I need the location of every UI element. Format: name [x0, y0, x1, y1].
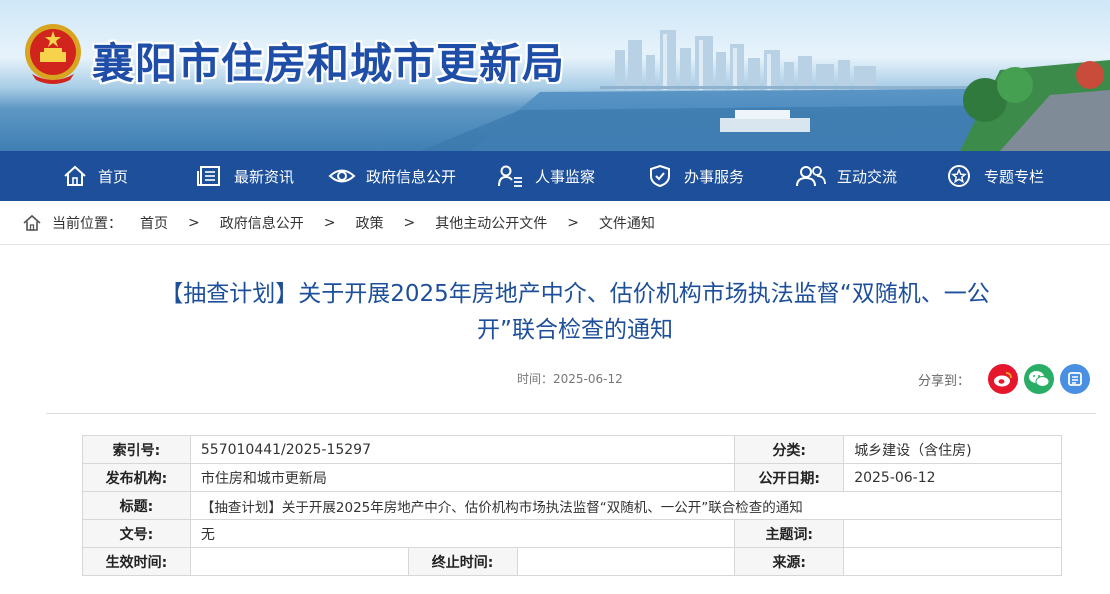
publisher-label: 发布机构: [82, 463, 191, 492]
breadcrumb-link-gov-info[interactable]: 政府信息公开 [220, 213, 304, 233]
breadcrumb-link-notices[interactable]: 文件通知 [599, 213, 655, 233]
table-row: 文号: 无 主题词: [82, 519, 1062, 548]
nav-item-label: 首页 [98, 167, 129, 186]
nav-item-personnel[interactable]: 人事监察 [497, 151, 595, 201]
table-row: 标题: 【抽查计划】关于开展2025年房地产中介、估价机构市场执法监督“双随机、… [82, 491, 1063, 520]
article-title: 【抽查计划】关于开展2025年房地产中介、估价机构市场执法监督“双随机、一公 开… [90, 276, 1060, 348]
article-meta: 时间：2025-06-12 [517, 370, 623, 387]
breadcrumb-separator: > [323, 214, 336, 231]
end-value [516, 547, 736, 576]
nav-item-home[interactable]: 首页 [62, 151, 128, 201]
index-value: 557010441/2025-15297 [189, 435, 736, 464]
weibo-icon [994, 372, 1012, 387]
share-weibo-button[interactable] [988, 364, 1019, 394]
home-icon [64, 165, 86, 186]
nav-item-interaction[interactable]: 互动交流 [795, 151, 897, 201]
site-title: 襄阳市住房和城市更新局 [92, 39, 566, 88]
home-icon [23, 214, 41, 231]
share-label: 分享到： [918, 373, 971, 389]
date-value: 2025-06-12 [843, 463, 1062, 492]
title-value: 【抽查计划】关于开展2025年房地产中介、估价机构市场执法监督“双随机、一公开”… [189, 491, 1063, 520]
breadcrumb-link-policy[interactable]: 政策 [355, 213, 383, 233]
nav-item-gov-info[interactable]: 政府信息公开 [328, 151, 456, 201]
breadcrumb-separator: > [403, 214, 416, 231]
shield-icon [650, 164, 670, 188]
nav-item-label: 专题专栏 [984, 167, 1045, 186]
index-label: 索引号: [82, 435, 191, 464]
breadcrumb-prefix: 当前位置： [52, 215, 122, 232]
category-value: 城乡建设（含住房) [843, 435, 1062, 464]
article-title-line: 开”联合检查的通知 [477, 317, 673, 343]
breadcrumb-link-home[interactable]: 首页 [140, 213, 168, 233]
header-banner: 襄阳市住房和城市更新局 [0, 0, 1110, 151]
table-row: 生效时间: 终止时间: 来源: [82, 547, 1062, 576]
main-nav: 首页 最新资讯 政府信息公开 人事监察 办事服务 互动交流 专题专栏 [0, 151, 1110, 201]
share-qzone-button[interactable] [1060, 364, 1091, 394]
share-bar: 分享到： [918, 364, 1096, 394]
breadcrumb: 当前位置： 首页 > 政府信息公开 > 政策 > 其他主动公开文件 > 文件通知 [0, 201, 1110, 245]
wechat-icon [1029, 371, 1050, 387]
source-label: 来源: [734, 547, 845, 576]
nav-item-news[interactable]: 最新资讯 [196, 151, 294, 201]
breadcrumb-separator: > [567, 214, 579, 231]
nav-item-label: 政府信息公开 [366, 167, 457, 186]
nav-item-label: 最新资讯 [234, 167, 295, 186]
person-list-icon [498, 165, 522, 187]
table-row: 发布机构: 市住房和城市更新局 公开日期: 2025-06-12 [82, 463, 1062, 492]
article-title-line: 【抽查计划】关于开展2025年房地产中介、估价机构市场执法监督“双随机、一公 [160, 281, 990, 307]
docno-value: 无 [189, 519, 736, 548]
divider [46, 413, 1096, 414]
national-emblem-icon [25, 24, 81, 84]
time-label: 时间： [517, 372, 554, 386]
people-icon [796, 166, 826, 187]
category-label: 分类: [734, 435, 845, 464]
docno-label: 文号: [82, 519, 191, 548]
eye-icon [328, 169, 356, 183]
end-label: 终止时间: [407, 547, 518, 576]
breadcrumb-link-other-files[interactable]: 其他主动公开文件 [435, 213, 547, 233]
share-wechat-button[interactable] [1024, 364, 1055, 394]
nav-item-label: 互动交流 [837, 167, 898, 186]
title-label: 标题: [82, 491, 191, 520]
keywords-label: 主题词: [734, 519, 845, 548]
nav-item-label: 办事服务 [684, 167, 745, 186]
breadcrumb-separator: > [188, 214, 200, 231]
publisher-value: 市住房和城市更新局 [189, 463, 736, 492]
date-label: 公开日期: [734, 463, 845, 492]
nav-item-label: 人事监察 [535, 167, 596, 186]
star-icon [948, 165, 970, 187]
news-icon [197, 166, 220, 186]
keywords-value [843, 519, 1062, 548]
table-row: 索引号: 557010441/2025-15297 分类: 城乡建设（含住房) [82, 435, 1062, 464]
qzone-icon [1068, 372, 1082, 386]
effective-label: 生效时间: [82, 547, 191, 576]
time-value: 2025-06-12 [553, 372, 623, 386]
effective-value [189, 547, 409, 576]
nav-item-services[interactable]: 办事服务 [646, 151, 744, 201]
nav-item-special[interactable]: 专题专栏 [946, 151, 1044, 201]
document-info-table: 索引号: 557010441/2025-15297 分类: 城乡建设（含住房) … [82, 435, 1063, 576]
source-value [843, 547, 1062, 576]
